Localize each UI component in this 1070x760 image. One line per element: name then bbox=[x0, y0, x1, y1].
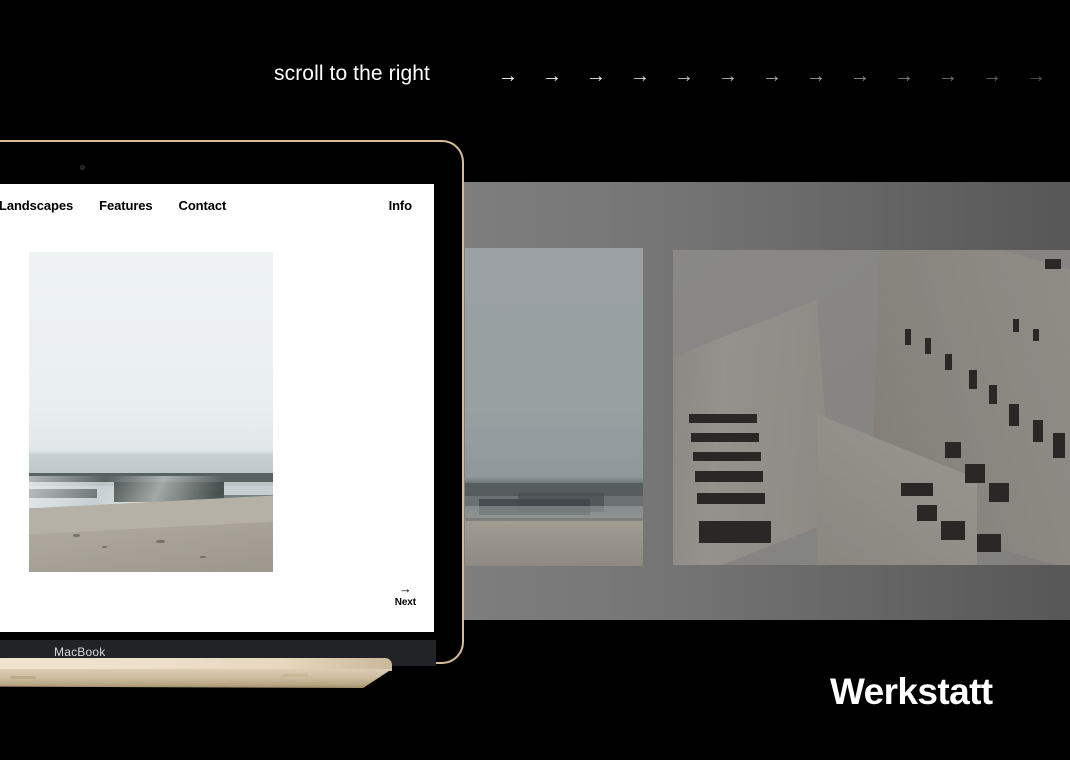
arrow-right-icon: → bbox=[630, 65, 650, 87]
macbook-device: Landscapes Features Contact Info → Next … bbox=[0, 140, 464, 688]
site-nav: Landscapes Features Contact Info bbox=[0, 184, 434, 226]
arrow-right-icon: → bbox=[498, 65, 518, 87]
nav-item-contact[interactable]: Contact bbox=[179, 198, 227, 213]
laptop-screen: Landscapes Features Contact Info → Next bbox=[0, 184, 434, 632]
nav-item-info[interactable]: Info bbox=[389, 198, 413, 213]
nav-left-group: Landscapes Features Contact bbox=[0, 198, 226, 213]
gallery-card-beach[interactable] bbox=[29, 252, 273, 572]
arrow-right-icon: → bbox=[674, 65, 694, 87]
arrow-right-icon: → bbox=[850, 65, 870, 87]
arrow-right-icon: → bbox=[938, 65, 958, 87]
arrow-right-icon: → bbox=[1058, 61, 1070, 91]
arrow-right-icon: → bbox=[894, 65, 914, 87]
arrow-right-icon: → bbox=[398, 581, 412, 596]
arrow-right-icon: → bbox=[1026, 65, 1046, 87]
scroll-arrow-track: → → → → → → → → → → → → → → bbox=[486, 61, 1070, 91]
nav-item-landscapes[interactable]: Landscapes bbox=[0, 198, 73, 213]
arrow-right-icon: → bbox=[586, 65, 606, 87]
scroll-hint-text: scroll to the right bbox=[274, 62, 430, 85]
arrow-right-icon: → bbox=[718, 65, 738, 87]
next-button-label: Next bbox=[394, 597, 416, 608]
arrow-right-icon: → bbox=[982, 65, 1002, 87]
brand-wordmark: Werkstatt bbox=[830, 671, 993, 712]
screenshot-stage: scroll to the right → → → → → → → → → → → → → → bbox=[0, 0, 1070, 760]
backdrop-photo-beach bbox=[465, 248, 643, 566]
device-wordmark: MacBook bbox=[54, 645, 106, 659]
laptop-lid: Landscapes Features Contact Info → Next … bbox=[0, 140, 464, 666]
backdrop-photo-architecture bbox=[673, 250, 1070, 565]
arrow-right-icon: → bbox=[762, 65, 782, 87]
laptop-base bbox=[0, 658, 392, 688]
arrow-right-icon: → bbox=[542, 65, 562, 87]
arrow-right-icon: → bbox=[806, 65, 826, 87]
site-gallery bbox=[0, 252, 434, 578]
next-button[interactable]: → Next bbox=[394, 581, 416, 608]
camera-dot-icon bbox=[80, 165, 85, 170]
nav-item-features[interactable]: Features bbox=[99, 198, 152, 213]
